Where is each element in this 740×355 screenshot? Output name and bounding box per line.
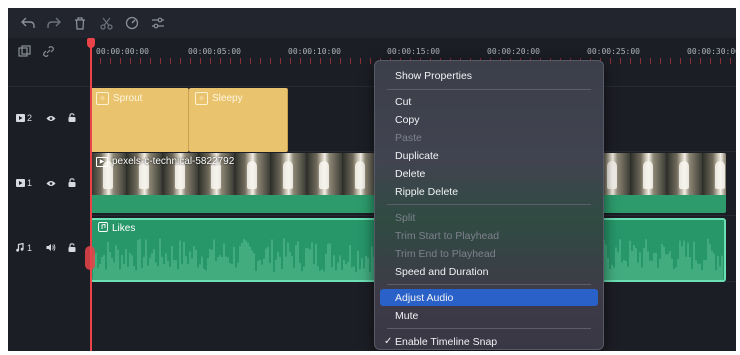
menu-item-mute[interactable]: Mute — [380, 307, 598, 324]
title-clip[interactable]: ✧ Sleepy — [189, 88, 288, 152]
lock-icon[interactable] — [68, 113, 76, 124]
lane-divider — [8, 215, 736, 216]
delete-icon[interactable] — [72, 15, 88, 31]
menu-separator — [387, 328, 591, 329]
speaker-icon[interactable] — [46, 243, 56, 254]
scissor-handle[interactable] — [85, 246, 95, 270]
ruler-timecode: 00:00:10:00 — [288, 47, 341, 56]
ruler-controls — [8, 38, 90, 64]
clip-label: Likes — [112, 223, 136, 234]
music-clip-icon — [98, 222, 108, 235]
cut-icon[interactable] — [98, 15, 114, 31]
menu-separator — [387, 89, 591, 90]
music-note-icon — [16, 242, 24, 254]
track-number: 2 — [27, 113, 33, 123]
sparkle-icon: ✧ — [195, 92, 208, 105]
lane-divider — [8, 86, 736, 87]
context-menu: Show Properties Cut Copy Paste Duplicate… — [374, 60, 604, 350]
menu-item-adjust-audio[interactable]: Adjust Audio — [380, 289, 598, 306]
menu-item-enable-snap[interactable]: ✓ Enable Timeline Snap — [380, 333, 598, 350]
track-number: 1 — [27, 243, 33, 253]
menu-item-delete[interactable]: Delete — [380, 165, 598, 182]
track-header-audio: 1 — [8, 218, 90, 282]
ruler-timecode: 00:00:25:00 — [587, 47, 640, 56]
clip-label: pexels-c-technical-5822792 — [112, 156, 235, 167]
add-track-icon[interactable] — [16, 43, 32, 59]
menu-item-duplicate[interactable]: Duplicate — [380, 147, 598, 164]
video-track-icon — [16, 179, 25, 189]
playhead[interactable] — [90, 42, 92, 351]
lock-icon[interactable] — [68, 178, 76, 189]
undo-icon[interactable] — [20, 15, 36, 31]
timeline-panel: 00:00:00:00 00:00:05:00 00:00:10:00 00:0… — [8, 8, 736, 351]
ruler-timecode: 00:00:15:00 — [387, 47, 440, 56]
visibility-eye-icon[interactable] — [46, 179, 56, 189]
menu-item-label: Enable Timeline Snap — [395, 335, 498, 348]
menu-item-speed-duration[interactable]: Speed and Duration — [380, 263, 598, 280]
menu-separator — [387, 284, 591, 285]
title-track-icon — [16, 114, 25, 124]
menu-item-copy[interactable]: Copy — [380, 111, 598, 128]
track-header-video: 1 — [8, 153, 90, 217]
clip-label: Sprout — [113, 93, 143, 104]
link-icon[interactable] — [40, 43, 56, 59]
menu-item-trim-start: Trim Start to Playhead — [395, 229, 500, 242]
timeline-toolbar — [8, 8, 736, 39]
sparkle-icon: ✧ — [96, 92, 109, 105]
ruler-timecode: 00:00:05:00 — [188, 47, 241, 56]
ruler-timecode: 00:00:20:00 — [487, 47, 540, 56]
menu-item-cut[interactable]: Cut — [380, 93, 598, 110]
ruler-timecode: 00:00:00:00 — [96, 47, 149, 56]
menu-item-split: Split — [395, 211, 416, 224]
speed-icon[interactable] — [124, 15, 140, 31]
video-clip-icon: ▶ — [96, 156, 108, 167]
title-clip[interactable]: ✧ Sprout — [90, 88, 189, 152]
track-number: 1 — [27, 178, 33, 188]
track-header-title: 2 — [8, 88, 90, 152]
ruler-timecode: 00:00:30:00 — [687, 47, 736, 56]
menu-separator — [387, 204, 591, 205]
menu-item-ripple-delete[interactable]: Ripple Delete — [380, 183, 598, 200]
clip-label: Sleepy — [212, 93, 243, 104]
lock-icon[interactable] — [68, 243, 76, 254]
adjust-icon[interactable] — [150, 15, 166, 31]
menu-item-paste: Paste — [395, 131, 422, 144]
menu-item-show-properties[interactable]: Show Properties — [380, 67, 598, 84]
checkmark-icon: ✓ — [384, 336, 393, 347]
menu-item-trim-end: Trim End to Playhead — [395, 247, 496, 260]
visibility-eye-icon[interactable] — [46, 114, 56, 124]
redo-icon[interactable] — [46, 15, 62, 31]
playhead-handle[interactable] — [87, 38, 95, 48]
